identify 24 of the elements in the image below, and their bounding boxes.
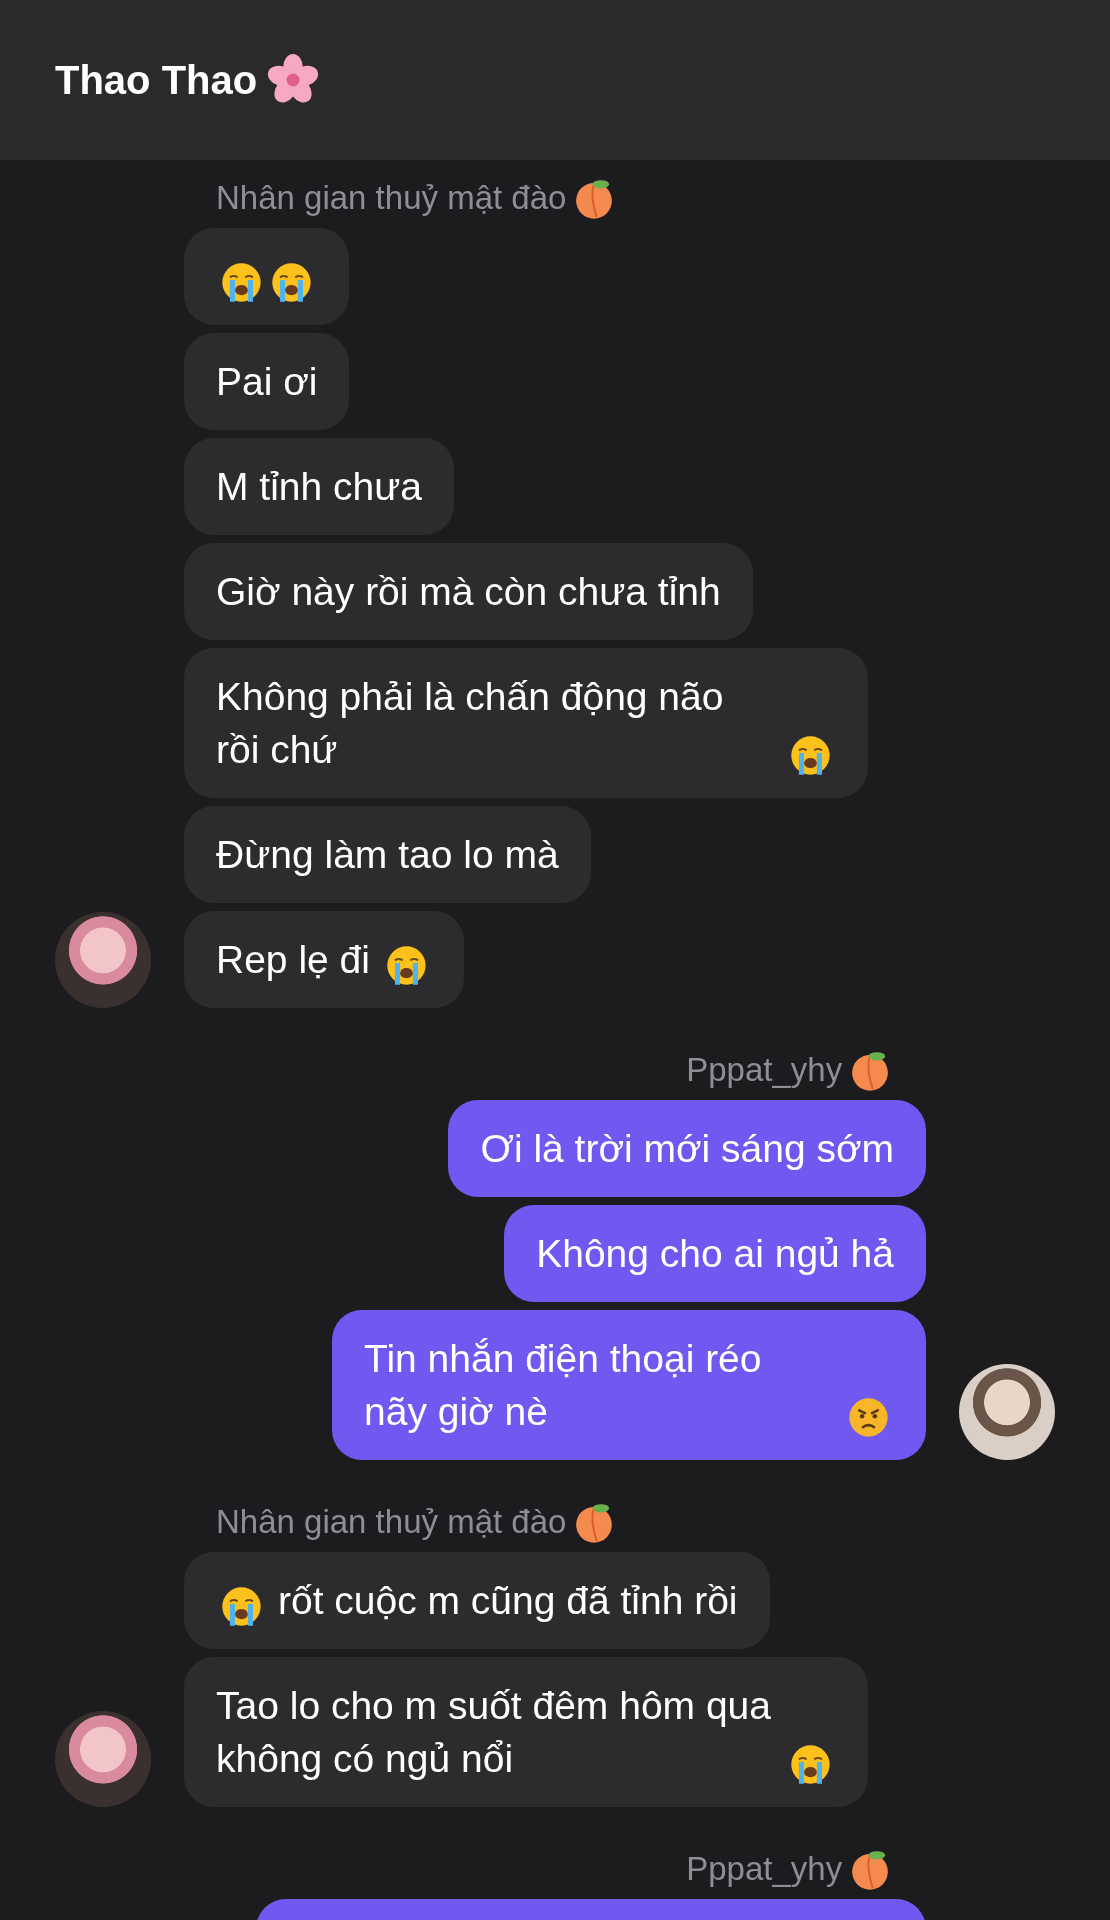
crying-face-icon (220, 262, 262, 303)
message-text: M tỉnh chưa (216, 464, 423, 510)
crying-face-icon (270, 262, 312, 303)
message-text: Pai ơi (216, 359, 318, 405)
sender-name: Nhân gian thuỷ mật đào (216, 1503, 567, 1541)
message-text: Ơi là trời mới sáng sớm (480, 1126, 894, 1172)
message-text: Tin nhắn điện thoại réo nãy giờ nè (364, 1336, 763, 1435)
sender-name: Nhân gian thuỷ mật đào (216, 179, 567, 217)
crying-face-icon (790, 735, 832, 776)
crying-face-icon (220, 1586, 262, 1627)
message-text: Giờ này rồi mà còn chưa tỉnh (216, 569, 721, 615)
message-text: rốt cuộc m cũng đã tỉnh rồi (277, 1578, 738, 1624)
message-text: Đừng làm tao lo mà (216, 832, 559, 878)
sender-name: Pppat_yhy (686, 1051, 843, 1089)
crying-face-icon (386, 945, 428, 986)
message-text: Không phải là chấn động não rồi chứ (216, 674, 725, 773)
sender-name: Pppat_yhy (686, 1850, 843, 1888)
crying-face-icon (790, 1744, 832, 1785)
message-text: Không cho ai ngủ hả (536, 1231, 894, 1277)
flower-icon (267, 54, 320, 106)
message-text: Tao lo cho m suốt đêm hôm qua không có ngủ nổi (216, 1683, 772, 1782)
chat-title: Thao Thao (55, 57, 258, 103)
message-text: Rep lẹ đi (216, 937, 370, 983)
angry-face-icon (848, 1397, 890, 1438)
